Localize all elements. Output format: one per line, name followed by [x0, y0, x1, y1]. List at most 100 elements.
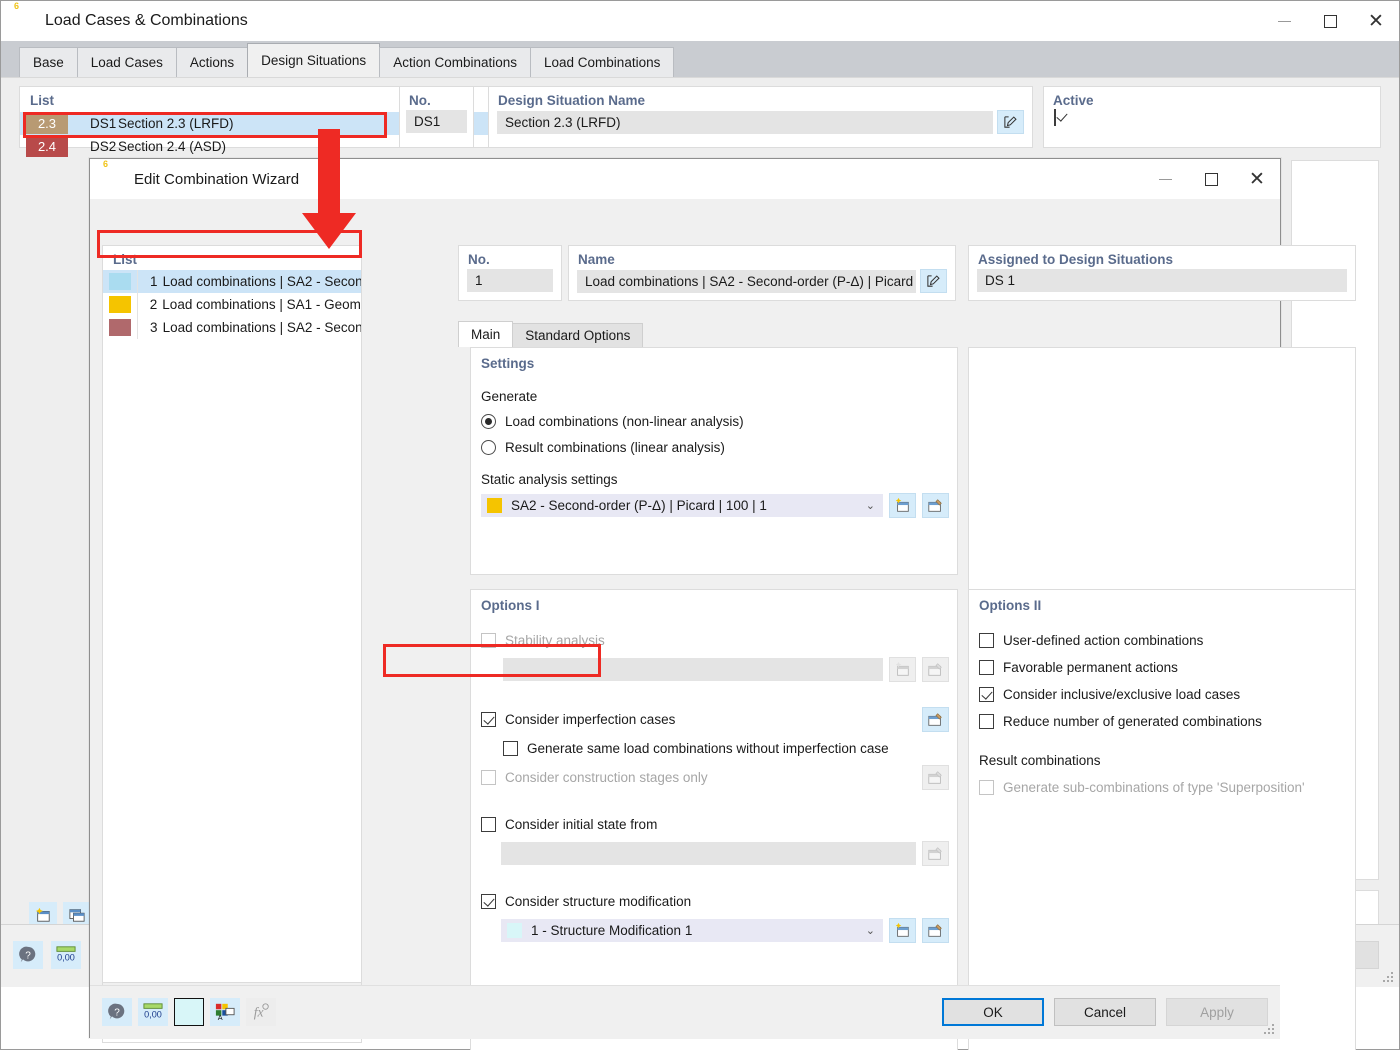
maximize-icon[interactable] — [1307, 1, 1353, 41]
chevron-down-icon[interactable]: ⌄ — [866, 924, 875, 937]
dialog-name-value[interactable]: Load combinations | SA2 - Second-order (… — [577, 269, 916, 293]
dialog-tab-main[interactable]: Main — [458, 321, 514, 347]
edit-icon[interactable] — [922, 707, 949, 732]
stability-analysis-label: Stability analysis — [505, 633, 605, 648]
close-icon[interactable]: ✕ — [1353, 1, 1399, 41]
main-no-group: No. DS1 — [399, 86, 474, 148]
options1-title: Options I — [481, 598, 540, 613]
new-icon[interactable] — [889, 918, 916, 943]
construction-stages-label: Consider construction stages only — [505, 770, 708, 785]
active-label: Active — [1053, 93, 1094, 108]
edit-icon[interactable] — [922, 918, 949, 943]
dialog-footer: ? 0,00 A fx OK Cancel Apply — [90, 985, 1280, 1039]
list-item[interactable]: 2 Load combinations | SA1 - Geometric — [103, 293, 361, 316]
user-defined-checkbox[interactable] — [979, 633, 994, 648]
radio-load-combinations[interactable]: Load combinations (non-linear analysis) — [471, 408, 957, 434]
list-item[interactable]: 1 Load combinations | SA2 - Second-o — [103, 270, 361, 293]
close-icon[interactable]: ✕ — [1234, 159, 1280, 199]
units-icon[interactable]: 0,00 — [138, 998, 168, 1026]
edit-icon — [922, 657, 949, 682]
construction-stages-checkbox — [481, 770, 496, 785]
row-number: 1 — [150, 274, 158, 289]
radio-result-combinations[interactable]: Result combinations (linear analysis) — [471, 434, 957, 460]
active-checkbox[interactable] — [1054, 109, 1056, 126]
checkbox-user-defined-action-combinations[interactable]: User-defined action combinations — [969, 627, 1355, 654]
stability-analysis-checkbox — [481, 633, 496, 648]
dialog-no-label: No. — [468, 252, 490, 267]
resize-grip[interactable] — [1383, 972, 1395, 984]
main-window-controls: ✕ — [1261, 1, 1399, 41]
row-badge: 2.4 — [26, 136, 68, 157]
right-top-empty-panel — [968, 347, 1356, 625]
tab-action-combinations[interactable]: Action Combinations — [379, 47, 532, 77]
tab-load-cases[interactable]: Load Cases — [76, 47, 177, 77]
list-item[interactable]: 3 Load combinations | SA2 - Second-o — [103, 316, 361, 339]
generate-label: Generate — [481, 389, 538, 404]
ok-button[interactable]: OK — [942, 998, 1044, 1026]
design-situation-name-label: Design Situation Name — [498, 93, 646, 108]
checkbox-consider-initial-state[interactable]: Consider initial state from — [471, 811, 957, 838]
cube-icon — [13, 10, 35, 32]
settings-panel: Settings Generate Load combinations (non… — [470, 347, 958, 575]
structure-modification-combo[interactable]: 1 - Structure Modification 1 ⌄ — [501, 919, 883, 942]
pencil-edit-icon[interactable] — [920, 269, 947, 293]
dialog-body: List 1 Load combinations | SA2 - Second-… — [90, 199, 1356, 1050]
row-name: Section 2.3 (LRFD) — [118, 116, 234, 131]
render-icon[interactable]: A — [210, 998, 240, 1026]
units-icon[interactable]: 0,00 — [51, 941, 81, 969]
resize-grip[interactable] — [1264, 1024, 1276, 1036]
initial-state-label: Consider initial state from — [505, 817, 658, 832]
generate-same-checkbox[interactable] — [503, 741, 518, 756]
structure-modification-label: Consider structure modification — [505, 894, 692, 909]
consider-imperfection-checkbox[interactable] — [481, 712, 496, 727]
chevron-down-icon[interactable]: ⌄ — [866, 499, 875, 512]
cancel-button[interactable]: Cancel — [1054, 998, 1156, 1026]
checkbox-generate-same-load-combinations[interactable]: Generate same load combinations without … — [471, 735, 957, 762]
favorable-permanent-checkbox[interactable] — [979, 660, 994, 675]
minimize-icon[interactable] — [1261, 1, 1307, 41]
checkbox-consider-inclusive-exclusive[interactable]: Consider inclusive/exclusive load cases — [969, 681, 1355, 708]
static-analysis-combo[interactable]: SA2 - Second-order (P-Δ) | Picard | 100 … — [481, 494, 883, 517]
help-icon[interactable]: ? — [13, 941, 43, 969]
checkbox-consider-structure-modification[interactable]: Consider structure modification — [471, 888, 957, 915]
dialog-assigned-value[interactable]: DS 1 — [977, 269, 1347, 292]
dialog-tab-standard-options[interactable]: Standard Options — [512, 323, 644, 347]
help-icon[interactable]: ? — [102, 998, 132, 1026]
reduce-number-checkbox[interactable] — [979, 714, 994, 729]
radio-result-combinations-label: Result combinations (linear analysis) — [505, 439, 725, 455]
main-no-value[interactable]: DS1 — [406, 110, 467, 133]
design-situation-name-value[interactable]: Section 2.3 (LRFD) — [497, 110, 993, 134]
checkbox-reduce-number-of-combinations[interactable]: Reduce number of generated combinations — [969, 708, 1355, 735]
dialog-list-header: List — [113, 252, 138, 267]
checkbox-favorable-permanent-actions[interactable]: Favorable permanent actions — [969, 654, 1355, 681]
structure-modification-checkbox[interactable] — [481, 894, 496, 909]
new-icon[interactable] — [889, 493, 916, 518]
row-color-swatch — [109, 319, 131, 336]
svg-text:?: ? — [114, 1008, 120, 1019]
radio-result-combinations-indicator — [481, 439, 496, 455]
dialog-no-value[interactable]: 1 — [467, 269, 553, 292]
checkbox-consider-construction-stages: Consider construction stages only — [471, 764, 922, 791]
row-color-swatch — [109, 296, 131, 313]
tab-actions[interactable]: Actions — [175, 47, 249, 77]
inclusive-exclusive-checkbox[interactable] — [979, 687, 994, 702]
pencil-edit-icon[interactable] — [997, 110, 1024, 134]
edit-icon[interactable] — [922, 493, 949, 518]
minimize-icon[interactable] — [1142, 159, 1188, 199]
tab-base[interactable]: Base — [19, 47, 78, 77]
dialog-name-label: Name — [578, 252, 615, 267]
tab-design-situations[interactable]: Design Situations — [247, 43, 381, 77]
initial-state-checkbox[interactable] — [481, 817, 496, 832]
cube-icon — [102, 168, 124, 190]
formula-icon: fx — [246, 998, 276, 1026]
color-swatch-icon[interactable] — [174, 998, 204, 1026]
tab-load-combinations[interactable]: Load Combinations — [530, 47, 675, 77]
row-text: Load combinations | SA1 - Geometric — [162, 297, 361, 312]
main-footer-icons: ? 0,00 — [13, 941, 81, 969]
checkbox-consider-imperfection-cases[interactable]: Consider imperfection cases — [471, 706, 922, 733]
consider-imperfection-label: Consider imperfection cases — [505, 712, 676, 727]
static-analysis-value: SA2 - Second-order (P-Δ) | Picard | 100 … — [511, 498, 767, 513]
maximize-icon[interactable] — [1188, 159, 1234, 199]
dialog-button-row: OK Cancel Apply — [942, 998, 1268, 1026]
row-number: 3 — [150, 320, 158, 335]
